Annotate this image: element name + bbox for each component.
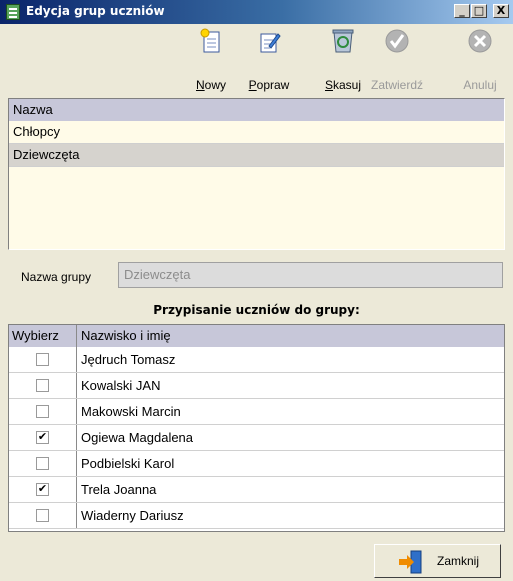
select-cell: ✔ [9,425,77,450]
table-row[interactable]: ✔ Ogiewa Magdalena [9,425,504,451]
close-window-button[interactable]: X [493,4,509,18]
groups-grid[interactable]: Nazwa Chłopcy Dziewczęta [8,98,505,250]
delete-button-label: Skasuj [324,78,362,92]
select-checkbox[interactable]: ✔ [36,431,49,444]
window: Edycja grup uczniów _ □ X Nowy Popraw Sk… [0,0,513,581]
column-name-header[interactable]: Nazwisko i imię [77,325,504,347]
toolbar: Nowy Popraw Skasuj Zatwierdź Anuluj [0,24,513,98]
app-icon [6,4,20,20]
maximize-button[interactable]: □ [471,4,487,18]
student-name: Trela Joanna [81,482,157,497]
assignment-title: Przypisanie uczniów do grupy: [153,303,360,317]
group-row-boys[interactable]: Chłopcy [9,121,504,144]
close-button-label: Zamknij [437,554,480,568]
close-button[interactable]: Zamknij [374,544,501,578]
select-checkbox[interactable] [36,353,49,366]
select-cell [9,451,77,476]
student-name: Makowski Marcin [81,404,181,419]
table-row[interactable]: Podbielski Karol [9,451,504,477]
table-row[interactable]: Wiaderny Dariusz [9,503,504,529]
select-cell [9,399,77,424]
group-name-label: Nazwa grupy [21,270,92,284]
table-row[interactable]: Jędruch Tomasz [9,347,504,373]
minimize-button[interactable]: _ [454,4,470,18]
students-table-header: Wybierz Nazwisko i imię [9,325,504,347]
select-checkbox[interactable] [36,509,49,522]
cancel-icon [468,29,492,53]
table-row[interactable]: ✔ Trela Joanna [9,477,504,503]
exit-door-icon [399,550,422,574]
window-title: Edycja grup uczniów [26,4,165,18]
select-cell [9,503,77,528]
new-document-icon [200,28,220,53]
group-name-field[interactable]: Dziewczęta [118,262,503,288]
student-name: Ogiewa Magdalena [81,430,194,445]
edit-button[interactable]: Popraw [240,26,298,96]
students-table: Wybierz Nazwisko i imię Jędruch Tomasz Ko… [8,324,505,532]
student-name: Jędruch Tomasz [81,352,176,367]
check-icon [385,29,409,53]
student-name: Kowalski JAN [81,378,161,393]
select-cell: ✔ [9,477,77,502]
confirm-button-label: Zatwierdź [370,78,423,92]
student-name: Podbielski Karol [81,456,175,471]
new-button-label: Nowy [195,78,226,92]
column-select-header[interactable]: Wybierz [9,325,77,347]
recycle-bin-icon [332,29,354,53]
select-cell [9,347,77,372]
table-row[interactable]: Makowski Marcin [9,399,504,425]
edit-button-label: Popraw [248,78,290,92]
select-cell [9,373,77,398]
student-name: Wiaderny Dariusz [81,508,184,523]
delete-button[interactable]: Skasuj [314,26,372,96]
table-row[interactable]: Kowalski JAN [9,373,504,399]
select-checkbox[interactable] [36,457,49,470]
cancel-button[interactable]: Anuluj [451,26,509,96]
students-rows: Jędruch Tomasz Kowalski JAN Makowski Marci… [9,347,504,529]
select-checkbox[interactable] [36,405,49,418]
select-checkbox[interactable]: ✔ [36,483,49,496]
new-button[interactable]: Nowy [182,26,240,96]
edit-document-icon [260,33,281,53]
group-row-girls[interactable]: Dziewczęta [9,144,504,167]
groups-grid-header[interactable]: Nazwa [9,99,504,121]
select-checkbox[interactable] [36,379,49,392]
title-bar[interactable]: Edycja grup uczniów _ □ X [0,0,513,24]
confirm-button[interactable]: Zatwierdź [368,26,426,96]
cancel-button-label: Anuluj [463,78,497,92]
